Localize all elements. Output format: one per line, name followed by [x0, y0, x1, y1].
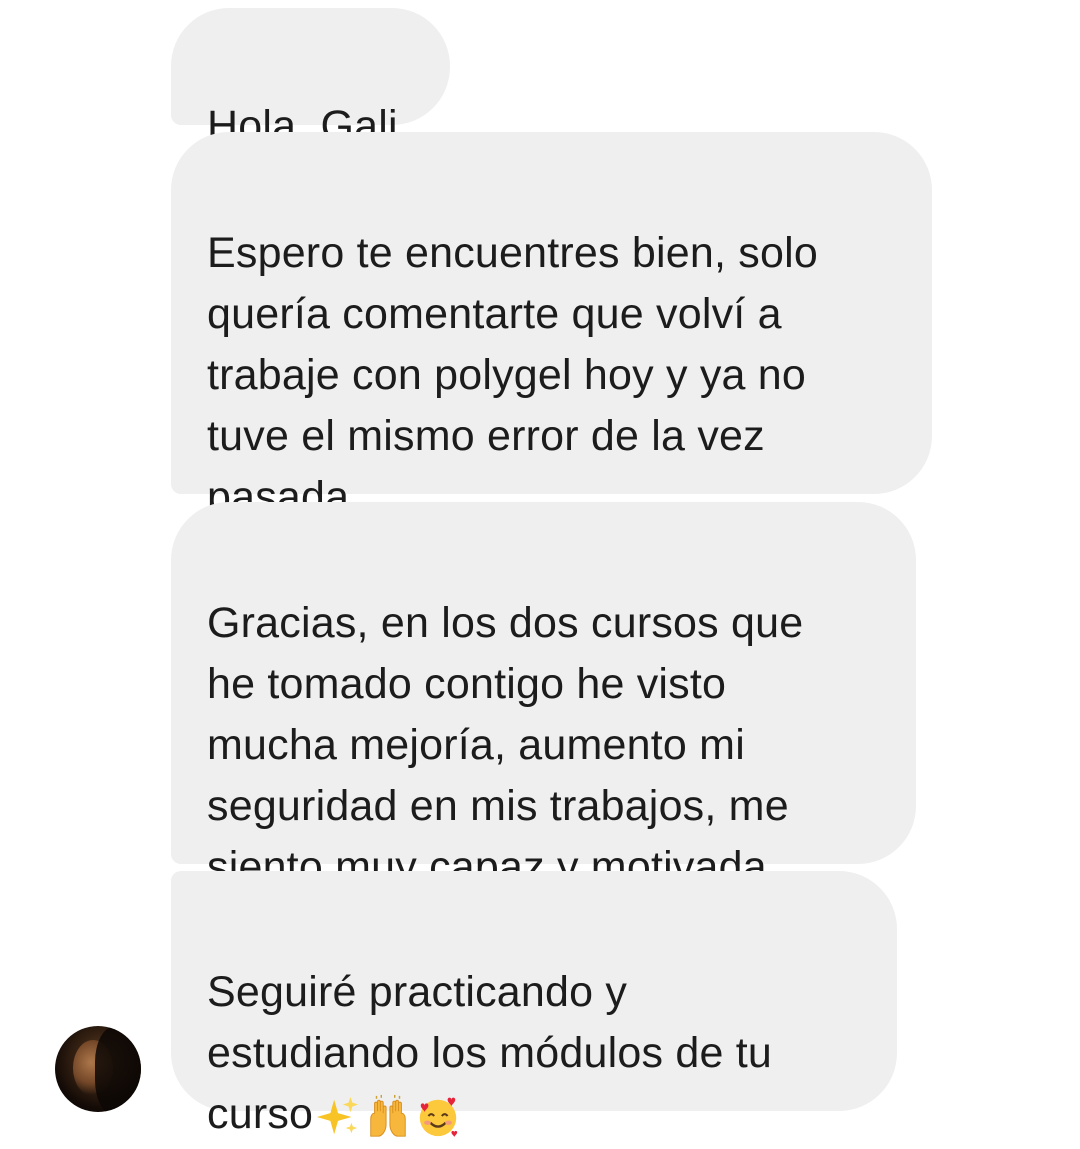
sparkles-icon: [317, 1096, 359, 1134]
message-text: Seguiré practicando y estudiando los mód…: [207, 968, 772, 1138]
avatar-hair: [95, 1026, 141, 1112]
message-bubble[interactable]: Gracias, en los dos cursos que he tomado…: [171, 502, 916, 891]
message-text: Espero te encuentres bien, solo quería c…: [207, 229, 818, 521]
smiling-face-with-hearts-icon: [419, 1097, 458, 1137]
emoji-group: [315, 1094, 465, 1140]
message-bubble[interactable]: Seguiré practicando y estudiando los mód…: [171, 871, 897, 1138]
message-thread: Hola, Gali Espero te encuentres bien, so…: [0, 0, 1080, 1149]
message-bubble[interactable]: Espero te encuentres bien, solo quería c…: [171, 132, 932, 521]
message-text: Gracias, en los dos cursos que he tomado…: [207, 599, 804, 891]
message-bubble[interactable]: Hola, Gali: [171, 8, 450, 150]
raising-hands-icon: [370, 1094, 406, 1137]
sender-avatar[interactable]: [55, 1026, 141, 1112]
